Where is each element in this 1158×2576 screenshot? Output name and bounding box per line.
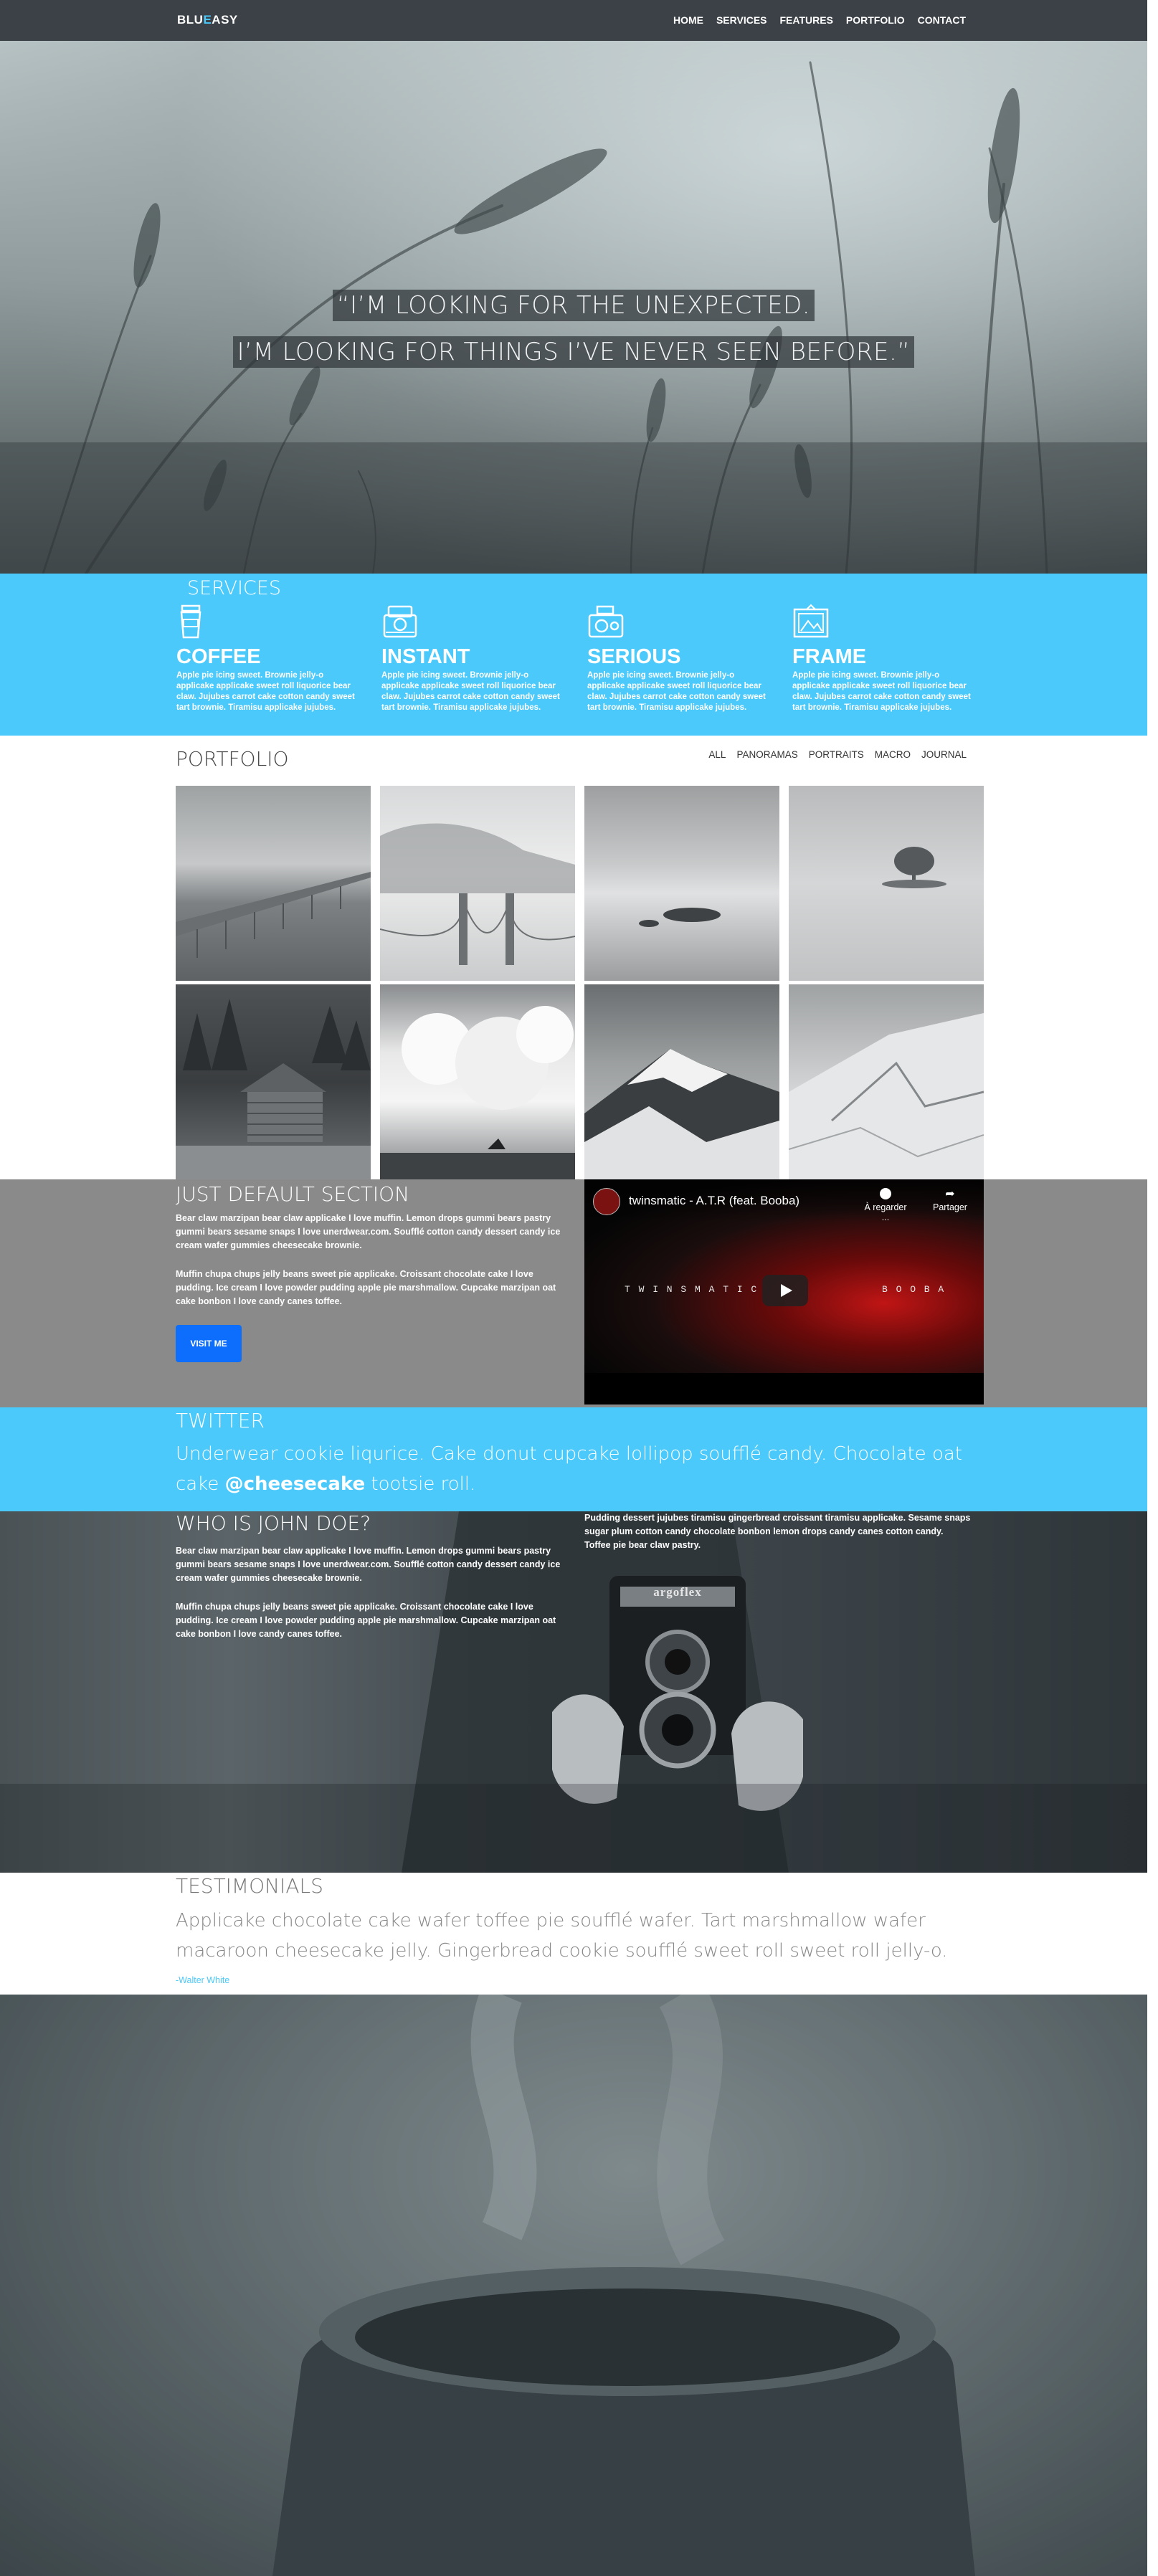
filter-portraits[interactable]: PORTRAITS (809, 749, 864, 760)
testimonials-title: TESTIMONIALS (176, 1874, 323, 1898)
service-coffee: COFFEE Apple pie icing sweet. Brownie je… (176, 604, 363, 713)
watch-later-label: À regarder ... (864, 1202, 907, 1222)
camera-hands-background (0, 1511, 1147, 1873)
nav-link-services[interactable]: SERVICES (716, 14, 767, 26)
service-title: SERIOUS (587, 645, 681, 668)
pier-image (176, 872, 371, 958)
about-title: WHO IS JOHN DOE? (176, 1511, 371, 1535)
service-serious: SERIOUS Apple pie icing sweet. Brownie j… (587, 604, 774, 713)
filter-macro[interactable]: MACRO (875, 749, 911, 760)
tweet-text: Underwear cookie liqurice. Cake donut cu… (176, 1439, 1000, 1499)
service-instant: INSTANT Apple pie icing sweet. Brownie j… (381, 604, 568, 713)
youtube-video-embed[interactable]: twinsmatic - A.T.R (feat. Booba) À regar… (584, 1179, 984, 1405)
about-paragraph-1: Bear claw marzipan bear claw applicake I… (176, 1546, 561, 1583)
video-title[interactable]: twinsmatic - A.T.R (feat. Booba) (629, 1194, 799, 1208)
filter-all[interactable]: ALL (708, 749, 726, 760)
rangefinder-camera-icon (588, 605, 624, 638)
twitter-section: TWITTER Underwear cookie liqurice. Cake … (0, 1407, 1147, 1511)
lake-island-image (639, 908, 721, 927)
filter-journal[interactable]: JOURNAL (921, 749, 967, 760)
snowy-peak-image (584, 1049, 779, 1179)
coffee-background-section (0, 1995, 1147, 2576)
hero-section: “I’M LOOKING FOR THE UNEXPECTED. I’M LOO… (0, 41, 1147, 574)
play-icon (781, 1284, 792, 1297)
brand-text-2: ASY (212, 13, 238, 27)
portfolio-tile-snowy-slope[interactable] (789, 984, 984, 1179)
nav-link-home[interactable]: HOME (673, 14, 703, 26)
services-section: SERVICES COFFEE Apple pie icing sweet. B… (0, 574, 1147, 736)
share-arrow-icon: ➦ (945, 1188, 955, 1200)
default-section: JUST DEFAULT SECTION Bear claw marzipan … (0, 1179, 1147, 1408)
top-navbar: BLUEASY HOME SERVICES FEATURES PORTFOLIO… (0, 0, 1147, 41)
snowy-slope-image (789, 1013, 984, 1179)
about-paragraph-2: Muffin chupa chups jelly beans sweet pie… (176, 1602, 556, 1639)
default-section-title: JUST DEFAULT SECTION (176, 1182, 410, 1206)
about-paragraph-3: Pudding dessert jujubes tiramisu gingerb… (584, 1513, 971, 1550)
services-title: SERVICES (187, 577, 281, 599)
watch-later-button[interactable]: À regarder ... (860, 1188, 911, 1222)
video-text-booba: B O O B A (882, 1284, 946, 1295)
about-section: argoflex WHO IS JOHN DOE? Bear claw marz… (0, 1511, 1147, 1873)
portfolio-tile-lake-island[interactable] (584, 786, 779, 981)
video-bottom-bar (584, 1373, 984, 1405)
brand-text-accent: E (203, 13, 212, 27)
lone-tree-image (882, 847, 946, 888)
brand-text-1: BLU (177, 13, 204, 27)
channel-avatar[interactable] (593, 1188, 620, 1215)
portfolio-tile-fog-bridge[interactable] (380, 786, 575, 981)
portfolio-tile-lone-tree[interactable] (789, 786, 984, 981)
portfolio-tile-surfer-wave[interactable] (380, 984, 575, 1179)
service-title: COFFEE (176, 645, 261, 668)
service-text: Apple pie icing sweet. Brownie jelly-o a… (587, 671, 766, 712)
filter-panoramas[interactable]: PANORAMAS (736, 749, 797, 760)
camera-brand-label: argoflex (653, 1585, 702, 1599)
portfolio-tile-log-cabin[interactable] (176, 984, 371, 1179)
service-text: Apple pie icing sweet. Brownie jelly-o a… (792, 671, 971, 712)
portfolio-tile-snowy-peak[interactable] (584, 984, 779, 1179)
coffee-cup-icon (180, 604, 201, 639)
nav-link-portfolio[interactable]: PORTFOLIO (846, 14, 905, 26)
surfer-wave-image (380, 1006, 575, 1179)
testimonial-quote: Applicake chocolate cake wafer toffee pi… (176, 1910, 948, 1962)
tweet-tail: tootsie roll. (371, 1473, 476, 1495)
visit-me-button[interactable]: VISIT ME (176, 1325, 242, 1362)
nav-link-features[interactable]: FEATURES (780, 14, 833, 26)
service-text: Apple pie icing sweet. Brownie jelly-o a… (381, 671, 560, 712)
service-title: FRAME (792, 645, 867, 668)
tweet-handle[interactable]: @cheesecake (225, 1473, 365, 1495)
default-section-paragraph-1: Bear claw marzipan bear claw applicake I… (176, 1213, 561, 1250)
testimonials-section: TESTIMONIALS Applicake chocolate cake wa… (0, 1873, 1147, 1995)
share-button[interactable]: ➦ Partager (929, 1188, 972, 1212)
instant-camera-icon (383, 605, 417, 638)
log-cabin-image (176, 999, 371, 1179)
play-button[interactable] (762, 1275, 808, 1306)
video-text-twinsmatic: T W I N S M A T I C (625, 1284, 759, 1295)
portfolio-filters: ALL PANORAMAS PORTRAITS MACRO JOURNAL (708, 749, 967, 760)
brand-logo[interactable]: BLUEASY (177, 13, 238, 27)
picture-frame-icon (793, 604, 829, 638)
default-section-paragraph-2: Muffin chupa chups jelly beans sweet pie… (176, 1269, 556, 1306)
coffee-mug-image (0, 1995, 1147, 2576)
portfolio-tile-pier[interactable] (176, 786, 371, 981)
service-frame: FRAME Apple pie icing sweet. Brownie jel… (792, 604, 979, 713)
service-text: Apple pie icing sweet. Brownie jelly-o a… (176, 671, 355, 712)
testimonial-author[interactable]: -Walter White (176, 1975, 229, 1985)
hero-quote-line-2: I’M LOOKING FOR THINGS I’VE NEVER SEEN B… (0, 336, 1147, 368)
nav-link-contact[interactable]: CONTACT (918, 14, 966, 26)
clock-icon (880, 1188, 891, 1199)
portfolio-title: PORTFOLIO (176, 747, 289, 771)
service-title: INSTANT (381, 645, 470, 668)
hero-quote-line-1: “I’M LOOKING FOR THE UNEXPECTED. (0, 290, 1147, 321)
nav-links: HOME SERVICES FEATURES PORTFOLIO CONTACT (673, 14, 966, 26)
fog-bridge-image (380, 823, 575, 965)
twitter-title: TWITTER (176, 1409, 265, 1432)
share-label: Partager (933, 1202, 967, 1212)
